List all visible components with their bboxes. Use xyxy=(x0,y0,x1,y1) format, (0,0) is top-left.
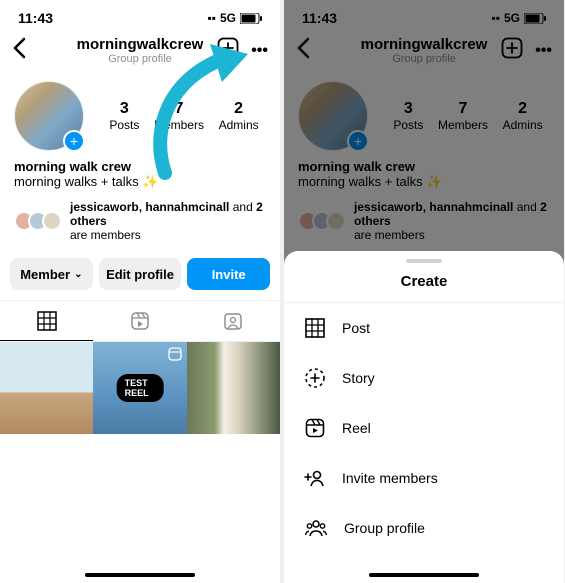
action-buttons: Member⌄ Edit profile Invite xyxy=(0,248,280,300)
post-grid: TEST REEL xyxy=(0,342,280,434)
add-story-icon[interactable]: + xyxy=(347,130,369,152)
back-button[interactable] xyxy=(12,37,26,65)
status-bar: 11:43 ▪▪ 5G xyxy=(0,0,280,32)
bio-name: morning walk crew xyxy=(14,159,266,174)
story-icon xyxy=(304,367,326,389)
phone-screen-left: 11:43 ▪▪ 5G morningwalkcrew Group profil… xyxy=(0,0,280,583)
grid-icon xyxy=(304,317,326,339)
time: 11:43 xyxy=(302,10,337,26)
sheet-item-post[interactable]: Post xyxy=(284,303,564,353)
profile-title: morningwalkcrew xyxy=(77,36,204,53)
post-thumb-2[interactable]: TEST REEL xyxy=(93,342,186,434)
back-button[interactable] xyxy=(296,37,310,65)
home-indicator[interactable] xyxy=(85,573,195,577)
status-right: ▪▪ 5G xyxy=(491,11,546,25)
add-story-icon[interactable]: + xyxy=(63,130,85,152)
reel-icon xyxy=(304,417,326,439)
page-header: morningwalkcrew Group profile ••• xyxy=(284,32,564,73)
more-button[interactable]: ••• xyxy=(251,42,268,60)
members-text: jessicaworb, hannahmcinall and 2 others … xyxy=(70,200,266,242)
bio: morning walk crew morning walks + talks … xyxy=(284,155,564,194)
reel-badge: TEST REEL xyxy=(117,374,164,402)
sheet-item-invite[interactable]: Invite members xyxy=(284,453,564,503)
tab-grid[interactable] xyxy=(0,301,93,341)
profile-subtitle: Group profile xyxy=(77,53,204,65)
sheet-handle[interactable] xyxy=(406,259,442,263)
group-icon xyxy=(304,517,328,539)
profile-row: + 3 Posts 7 Members 2 Admins xyxy=(0,73,280,155)
stat-admins[interactable]: 2 Admins xyxy=(219,100,259,132)
stat-posts[interactable]: 3 Posts xyxy=(109,100,139,132)
reels-icon xyxy=(130,311,150,331)
sheet-item-reel[interactable]: Reel xyxy=(284,403,564,453)
signal-icon: ▪▪ xyxy=(207,11,216,25)
member-button[interactable]: Member⌄ xyxy=(10,258,93,290)
bio-text: morning walks + talks ✨ xyxy=(14,174,266,190)
sheet-title: Create xyxy=(284,273,564,303)
invite-button[interactable]: Invite xyxy=(187,258,270,290)
avatar[interactable]: + xyxy=(14,81,84,151)
stat-posts[interactable]: 3Posts xyxy=(393,100,423,132)
create-sheet: Create Post Story Reel Invite members Gr… xyxy=(284,251,564,583)
profile-title: morningwalkcrew xyxy=(361,36,488,53)
create-button[interactable] xyxy=(217,37,239,64)
profile-subtitle: Group profile xyxy=(361,53,488,65)
signal-icon: ▪▪ xyxy=(491,11,500,25)
more-button[interactable]: ••• xyxy=(535,42,552,60)
sheet-item-story[interactable]: Story xyxy=(284,353,564,403)
status-right: ▪▪ 5G xyxy=(207,11,262,25)
sheet-item-group[interactable]: Group profile xyxy=(284,503,564,553)
bio: morning walk crew morning walks + talks … xyxy=(0,155,280,194)
status-bar: 11:43 ▪▪ 5G xyxy=(284,0,564,32)
phone-screen-right: 11:43 ▪▪ 5G morningwalkcrew Group profil… xyxy=(284,0,564,583)
member-avatars xyxy=(14,211,62,231)
tab-tagged[interactable] xyxy=(187,301,280,341)
members-row[interactable]: jessicaworb, hannahmcinall and 2 others … xyxy=(0,194,280,248)
edit-profile-button[interactable]: Edit profile xyxy=(99,258,182,290)
battery-icon xyxy=(240,13,262,24)
stat-admins[interactable]: 2Admins xyxy=(503,100,543,132)
page-header: morningwalkcrew Group profile ••• xyxy=(0,32,280,73)
stat-members[interactable]: 7Members xyxy=(438,100,488,132)
post-thumb-1[interactable] xyxy=(0,342,93,434)
time: 11:43 xyxy=(18,10,53,26)
reel-corner-icon xyxy=(168,347,182,366)
stat-members[interactable]: 7 Members xyxy=(154,100,204,132)
tab-reels[interactable] xyxy=(93,301,186,341)
tagged-icon xyxy=(223,311,243,331)
home-indicator[interactable] xyxy=(369,573,479,577)
create-button[interactable] xyxy=(501,37,523,64)
invite-icon xyxy=(304,467,326,489)
avatar[interactable]: + xyxy=(298,81,368,151)
battery-icon xyxy=(524,13,546,24)
content-tabs xyxy=(0,300,280,342)
grid-icon xyxy=(37,311,57,331)
profile-row: + 3Posts 7Members 2Admins xyxy=(284,73,564,155)
post-thumb-3[interactable] xyxy=(187,342,280,434)
members-row[interactable]: jessicaworb, hannahmcinall and 2 others … xyxy=(284,194,564,248)
